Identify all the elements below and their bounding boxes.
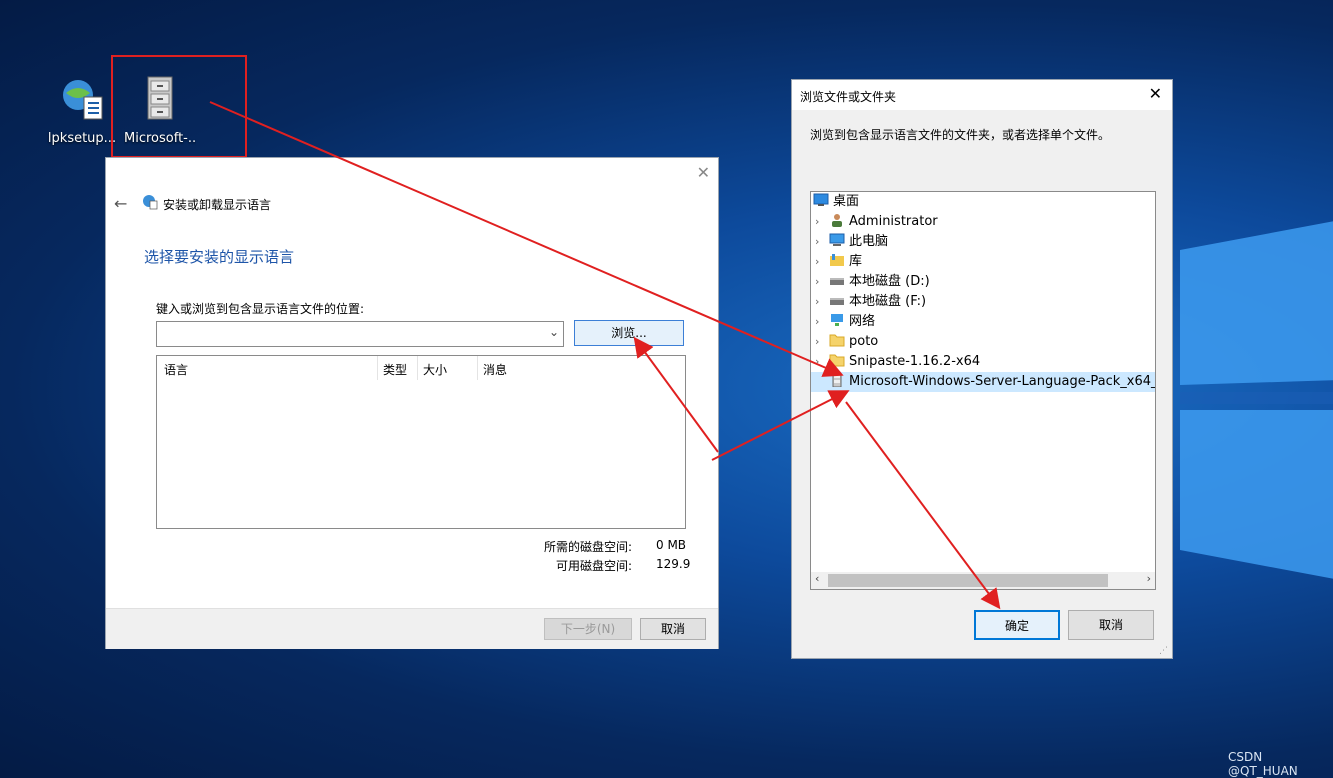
next-button[interactable]: 下一步(N) bbox=[544, 618, 632, 640]
close-icon[interactable]: ✕ bbox=[1149, 84, 1162, 103]
column-header-type[interactable]: 类型 bbox=[383, 361, 407, 381]
chevron-right-icon[interactable]: › bbox=[815, 212, 829, 232]
folder-tree[interactable]: 桌面 › Administrator › 此电脑 › 库 › 本地磁盘 (D:) › 本地… bbox=[810, 191, 1156, 590]
tree-item-label: 本地磁盘 (F:) bbox=[849, 294, 927, 309]
browse-dialog: 浏览文件或文件夹 ✕ 浏览到包含显示语言文件的文件夹，或者选择单个文件。 桌面 … bbox=[792, 80, 1172, 658]
tree-item-desktop[interactable]: 桌面 bbox=[813, 192, 859, 212]
column-divider bbox=[417, 356, 418, 380]
chevron-down-icon[interactable]: ⌄ bbox=[549, 325, 559, 339]
disk-required-label: 所需的磁盘空间: bbox=[544, 540, 633, 554]
tree-item-label: poto bbox=[849, 334, 879, 349]
tree-item-label: 本地磁盘 (D:) bbox=[849, 274, 930, 289]
column-divider bbox=[377, 356, 378, 380]
tree-item-drive-d[interactable]: › 本地磁盘 (D:) bbox=[815, 272, 930, 292]
windows-logo bbox=[1180, 221, 1333, 579]
tree-item-language-pack[interactable]: Microsoft-Windows-Server-Language-Pack_x… bbox=[811, 372, 1155, 392]
location-combobox[interactable]: ⌄ bbox=[156, 321, 564, 347]
column-header-language[interactable]: 语言 bbox=[164, 361, 188, 381]
network-icon bbox=[831, 314, 843, 326]
tree-item-label: Microsoft-Windows-Server-Language-Pack_x… bbox=[849, 374, 1156, 389]
dialog-description: 浏览到包含显示语言文件的文件夹，或者选择单个文件。 bbox=[810, 128, 1111, 142]
dialog-cancel-button[interactable]: 取消 bbox=[1068, 610, 1154, 640]
computer-icon bbox=[829, 233, 845, 246]
desktop-icon bbox=[813, 193, 829, 206]
tree-item-label: 桌面 bbox=[833, 194, 860, 209]
chevron-right-icon[interactable]: › bbox=[815, 312, 829, 332]
globe-checklist-icon bbox=[143, 195, 158, 210]
ok-button[interactable]: 确定 bbox=[974, 610, 1060, 640]
tree-item-label: 此电脑 bbox=[849, 234, 889, 249]
chevron-right-icon[interactable]: › bbox=[815, 232, 829, 252]
tree-item-network[interactable]: › 网络 bbox=[815, 312, 875, 332]
tree-item-administrator[interactable]: › Administrator bbox=[815, 212, 938, 232]
selection-highlight-box bbox=[111, 55, 247, 158]
globe-checklist-icon bbox=[63, 80, 103, 120]
tree-item-library[interactable]: › 库 bbox=[815, 252, 862, 272]
scroll-right-icon[interactable]: › bbox=[1147, 572, 1151, 585]
folder-icon bbox=[829, 334, 845, 347]
column-header-message[interactable]: 消息 bbox=[483, 361, 507, 381]
back-arrow-icon[interactable]: ← bbox=[114, 194, 127, 213]
disk-available-label: 可用磁盘空间: bbox=[556, 559, 633, 573]
tree-item-poto[interactable]: › poto bbox=[815, 332, 878, 352]
scrollbar-thumb[interactable] bbox=[828, 574, 1108, 587]
page-title: 选择要安装的显示语言 bbox=[144, 248, 295, 266]
language-install-wizard: ✕ ← 安装或卸载显示语言 选择要安装的显示语言 键入或浏览到包含显示语言文件的… bbox=[106, 158, 718, 649]
chevron-right-icon[interactable]: › bbox=[815, 352, 829, 372]
language-list[interactable]: 语言 类型 大小 消息 bbox=[156, 355, 686, 529]
wizard-header-title: 安装或卸载显示语言 bbox=[163, 198, 272, 212]
browse-button[interactable]: 浏览... bbox=[574, 320, 684, 346]
disk-available-value: 129.9 bbox=[656, 557, 691, 571]
library-icon bbox=[830, 254, 844, 266]
tree-item-snipaste[interactable]: › Snipaste-1.16.2-x64 bbox=[815, 352, 980, 372]
location-label: 键入或浏览到包含显示语言文件的位置: bbox=[156, 302, 365, 316]
dialog-title: 浏览文件或文件夹 bbox=[800, 90, 897, 104]
close-icon[interactable]: ✕ bbox=[697, 163, 710, 182]
tree-item-label: 库 bbox=[849, 254, 863, 269]
disk-required-value: 0 MB bbox=[656, 538, 687, 552]
user-icon bbox=[832, 214, 842, 227]
tree-item-this-pc[interactable]: › 此电脑 bbox=[815, 232, 888, 252]
tree-item-drive-f[interactable]: › 本地磁盘 (F:) bbox=[815, 292, 926, 312]
drive-icon bbox=[830, 298, 844, 305]
horizontal-scrollbar[interactable]: ‹ › bbox=[811, 572, 1155, 589]
desktop-icon-lpksetup[interactable]: lpksetup... bbox=[46, 75, 118, 146]
chevron-right-icon[interactable]: › bbox=[815, 332, 829, 352]
folder-icon bbox=[829, 354, 845, 367]
tree-item-label: 网络 bbox=[849, 314, 876, 329]
tree-item-label: Administrator bbox=[849, 214, 938, 229]
column-divider bbox=[477, 356, 478, 380]
chevron-right-icon[interactable]: › bbox=[815, 252, 829, 272]
scroll-left-icon[interactable]: ‹ bbox=[815, 572, 819, 585]
column-header-size[interactable]: 大小 bbox=[423, 361, 447, 381]
chevron-right-icon[interactable]: › bbox=[815, 272, 829, 292]
wizard-footer: 下一步(N) 取消 bbox=[106, 608, 718, 649]
resize-grip-icon[interactable]: ⋰ bbox=[1159, 646, 1168, 656]
drive-icon bbox=[830, 278, 844, 285]
chevron-right-icon[interactable]: › bbox=[815, 292, 829, 312]
cabinet-file-icon bbox=[832, 373, 842, 387]
cancel-button[interactable]: 取消 bbox=[640, 618, 706, 640]
tree-item-label: Snipaste-1.16.2-x64 bbox=[849, 354, 981, 369]
desktop-icon-label: lpksetup... bbox=[47, 131, 117, 146]
dialog-titlebar: 浏览文件或文件夹 ✕ bbox=[792, 80, 1172, 110]
